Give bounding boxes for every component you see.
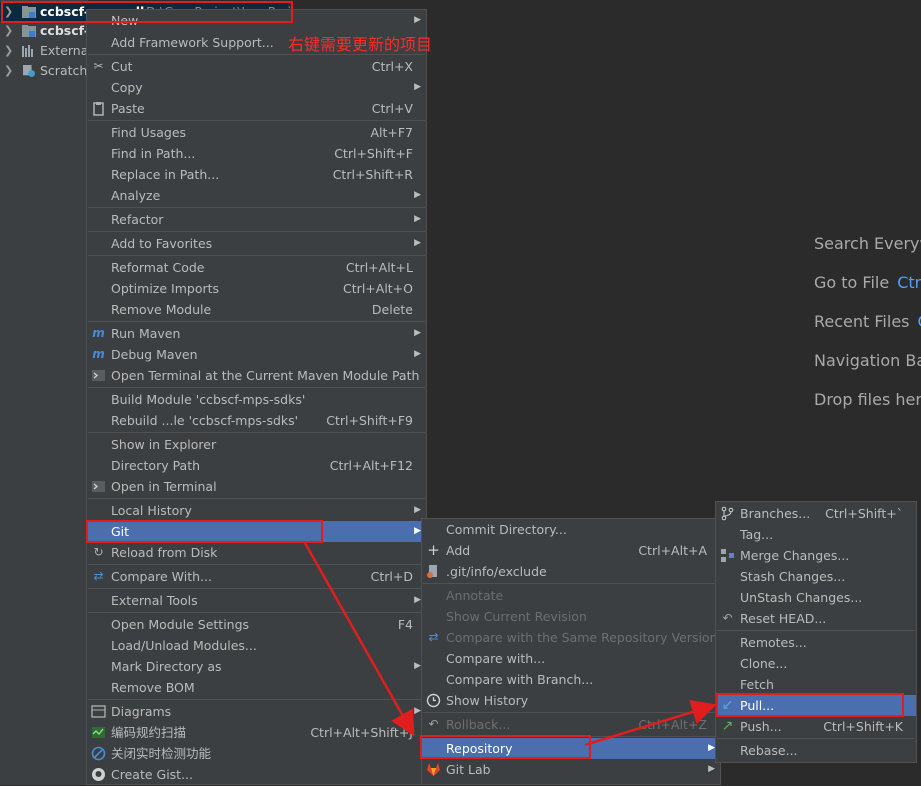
arrow-repository-to-pull <box>584 699 717 747</box>
arrow-git-to-repository <box>303 542 415 737</box>
annotation-arrows <box>303 542 717 747</box>
